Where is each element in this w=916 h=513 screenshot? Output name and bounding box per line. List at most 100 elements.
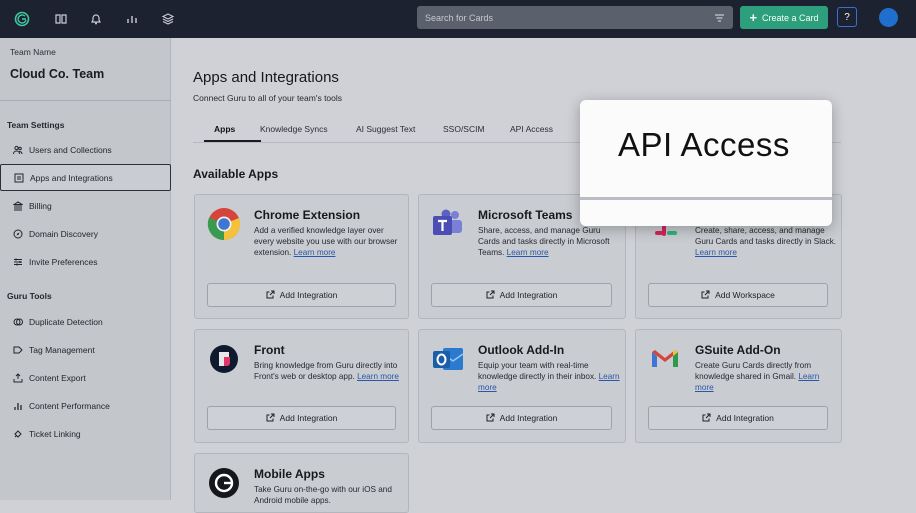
sidebar-item-label: Ticket Linking (29, 428, 81, 439)
add-integration-button[interactable]: Add Integration (207, 283, 396, 307)
external-link-icon (266, 413, 275, 424)
compass-icon (13, 229, 23, 239)
app-card-title: GSuite Add-On (695, 343, 781, 357)
sidebar-item-users-and-collections[interactable]: Users and Collections (0, 136, 171, 163)
app-card-description-text: Take Guru on-the-go with our iOS and And… (254, 485, 392, 505)
front-icon (207, 342, 241, 376)
app-card-description: Take Guru on-the-go with our iOS and And… (254, 485, 399, 507)
learn-more-link[interactable]: Learn more (695, 248, 737, 257)
app-card-description: Add a verified knowledge layer over ever… (254, 226, 399, 258)
microsoft-teams-icon (431, 207, 465, 241)
top-bar: Search for Cards + Create a Card ? (0, 0, 916, 38)
team-settings-heading: Team Settings (7, 120, 65, 130)
learn-more-link[interactable]: Learn more (294, 248, 336, 257)
add-integration-label: Add Integration (499, 413, 558, 423)
add-integration-button[interactable]: Add Integration (207, 406, 396, 430)
sidebar-item-content-performance[interactable]: Content Performance (0, 392, 171, 419)
sidebar-item-domain-discovery[interactable]: Domain Discovery (0, 220, 171, 247)
tab-apps[interactable]: Apps (214, 124, 235, 134)
book-icon[interactable] (52, 10, 70, 28)
gmail-icon (648, 342, 682, 376)
api-access-zoom-callout: API Access (580, 100, 832, 226)
ticket-icon (13, 429, 23, 439)
sidebar: Team Name Cloud Co. Team Team Settings U… (0, 38, 171, 500)
outlook-icon (431, 342, 465, 376)
sidebar-item-invite-preferences[interactable]: Invite Preferences (0, 248, 171, 275)
add-integration-button[interactable]: Add Integration (431, 283, 612, 307)
tab-sso-scim[interactable]: SSO/SCIM (443, 124, 485, 134)
sidebar-item-label: Tag Management (29, 344, 95, 355)
app-card-chrome-extension: Chrome Extension Add a verified knowledg… (194, 194, 409, 319)
add-integration-label: Add Integration (279, 290, 338, 300)
sidebar-item-duplicate-detection[interactable]: Duplicate Detection (0, 308, 171, 335)
sidebar-item-ticket-linking[interactable]: Ticket Linking (0, 420, 171, 447)
zoom-callout-underline (580, 197, 832, 200)
export-icon (13, 372, 23, 383)
guru-logo-icon[interactable] (13, 10, 31, 28)
learn-more-link[interactable]: Learn more (357, 372, 399, 381)
sidebar-item-apps-and-integrations[interactable]: Apps and Integrations (0, 164, 171, 191)
users-icon (13, 145, 23, 155)
sidebar-item-label: Content Performance (29, 400, 110, 411)
app-card-mobile-apps: Mobile Apps Take Guru on-the-go with our… (194, 453, 409, 513)
search-input[interactable]: Search for Cards (417, 6, 733, 29)
help-button[interactable]: ? (837, 7, 857, 27)
app-card-description: Bring knowledge from Guru directly into … (254, 361, 399, 383)
app-card-description: Create Guru Cards directly from knowledg… (695, 361, 840, 393)
sidebar-item-billing[interactable]: Billing (0, 192, 171, 219)
create-card-label: Create a Card (762, 12, 819, 23)
layers-icon[interactable] (159, 10, 177, 28)
sidebar-item-label: Users and Collections (29, 144, 112, 155)
section-title: Available Apps (193, 167, 279, 181)
sidebar-item-tag-management[interactable]: Tag Management (0, 336, 171, 363)
chrome-icon (207, 207, 241, 241)
guru-mobile-icon (207, 466, 241, 500)
page-title: Apps and Integrations (193, 69, 339, 86)
tab-api-access[interactable]: API Access (510, 124, 553, 134)
app-card-description-text: Create Guru Cards directly from knowledg… (695, 361, 812, 381)
sidebar-item-label: Invite Preferences (29, 256, 98, 267)
app-card-description-text: Create, share, access, and manage Guru C… (695, 226, 837, 246)
team-name: Cloud Co. Team (10, 67, 105, 81)
sidebar-item-label: Apps and Integrations (30, 172, 113, 183)
tag-icon (13, 345, 23, 355)
page-subtitle: Connect Guru to all of your team's tools (193, 93, 343, 103)
app-card-description: Share, access, and manage Guru Cards and… (478, 226, 623, 258)
add-integration-button[interactable]: Add Integration (431, 406, 612, 430)
add-integration-label: Add Integration (499, 290, 558, 300)
add-integration-label: Add Integration (716, 413, 774, 423)
add-integration-label: Add Integration (279, 413, 338, 423)
external-link-icon (486, 290, 495, 301)
zoom-callout-text: API Access (618, 126, 790, 163)
add-integration-button[interactable]: Add Integration (648, 406, 828, 430)
external-link-icon (702, 413, 711, 424)
sidebar-item-content-export[interactable]: Content Export (0, 364, 171, 391)
team-label: Team Name (10, 47, 56, 57)
sidebar-item-label: Billing (29, 200, 52, 211)
learn-more-link[interactable]: Learn more (507, 248, 549, 257)
apps-icon (14, 173, 24, 183)
avatar[interactable] (879, 8, 898, 27)
app-card-title: Chrome Extension (254, 208, 361, 222)
filter-icon[interactable] (714, 11, 725, 29)
app-card-outlook-add-in: Outlook Add-In Equip your team with real… (418, 329, 626, 443)
tab-knowledge-syncs[interactable]: Knowledge Syncs (260, 124, 328, 134)
add-workspace-label: Add Workspace (715, 290, 775, 300)
bar-chart-icon (13, 401, 23, 411)
app-card-description: Equip your team with real-time knowledge… (478, 361, 623, 393)
app-card-title: Outlook Add-In (478, 343, 565, 357)
app-card-title: Mobile Apps (254, 467, 325, 481)
tab-ai-suggest-text[interactable]: AI Suggest Text (356, 124, 415, 134)
active-tab-indicator (204, 140, 261, 142)
app-card-title: Microsoft Teams (478, 208, 573, 222)
sliders-icon (13, 257, 23, 267)
external-link-icon (701, 290, 710, 301)
external-link-icon (266, 290, 275, 301)
app-card-title: Front (254, 343, 285, 357)
create-card-button[interactable]: + Create a Card (740, 6, 828, 29)
bell-icon[interactable] (87, 10, 105, 28)
bank-icon (13, 200, 23, 211)
plus-icon: + (749, 10, 758, 25)
add-workspace-button[interactable]: Add Workspace (648, 283, 828, 307)
analytics-icon[interactable] (123, 10, 141, 28)
